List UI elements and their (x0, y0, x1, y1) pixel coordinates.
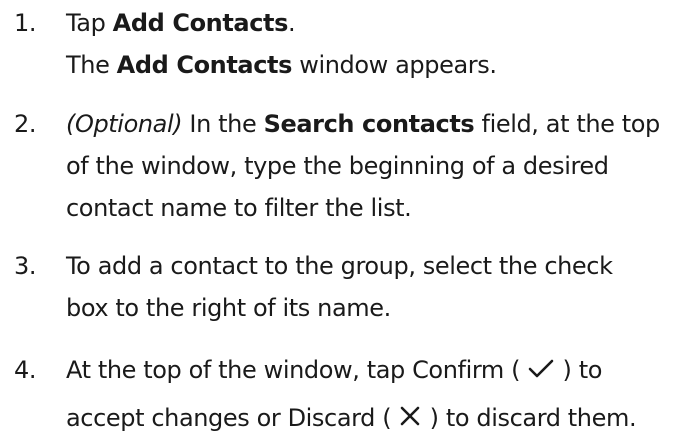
step-line: Tap Add Contacts. (66, 2, 672, 44)
checkmark-icon (527, 358, 555, 380)
step-line: To add a contact to the group, select th… (66, 252, 613, 280)
step-body: At the top of the window, tap Confirm ( … (66, 349, 672, 439)
text: The (66, 51, 117, 79)
step-body: Tap Add Contacts. The Add Contacts windo… (66, 2, 672, 86)
ui-term-add-contacts: Add Contacts (116, 51, 293, 79)
step-line: (Optional) In the Search contacts field,… (66, 103, 672, 145)
step-line: The Add Contacts window appears. (66, 44, 672, 86)
step-line: accept changes or Discard ( ) to discard… (66, 397, 672, 439)
text: field, at the top (474, 110, 661, 138)
step-number: 3. (14, 252, 37, 280)
step-number: 2. (14, 110, 37, 138)
text: In the (182, 110, 264, 138)
ui-term-search-contacts: Search contacts (263, 110, 475, 138)
optional-label: (Optional) (66, 110, 183, 138)
text: ) to (555, 356, 603, 384)
step-line: At the top of the window, tap Confirm ( … (66, 349, 672, 391)
text: At the top of the window, tap Confirm ( (66, 356, 528, 384)
text: Tap (66, 9, 113, 37)
step-line: of the window, type the beginning of a d… (66, 152, 609, 180)
step-line: box to the right of its name. (66, 294, 391, 322)
close-icon (398, 404, 422, 428)
step-number: 4. (14, 356, 37, 384)
text: window appears. (292, 51, 497, 79)
instruction-steps: 1. Tap Add Contacts. The Add Contacts wi… (0, 0, 675, 435)
text: . (288, 9, 296, 37)
text: ) to discard them. (422, 404, 637, 432)
ui-term-add-contacts: Add Contacts (112, 9, 289, 37)
step-line: contact name to filter the list. (66, 194, 412, 222)
step-body: To add a contact to the group, select th… (66, 245, 672, 329)
step-body: (Optional) In the Search contacts field,… (66, 103, 672, 229)
text: accept changes or Discard ( (66, 404, 399, 432)
step-number: 1. (14, 9, 37, 37)
